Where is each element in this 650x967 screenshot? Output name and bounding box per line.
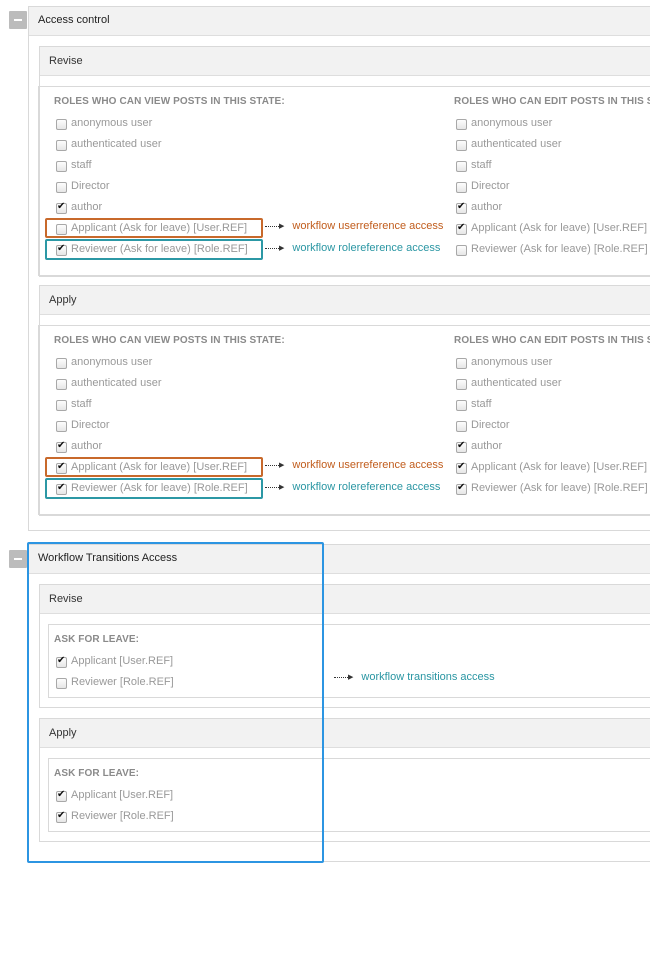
role-ref-annotation: ▶ workflow rolereference access <box>265 481 440 493</box>
state-title-apply: Apply <box>49 294 77 306</box>
user-ref-highlight <box>45 457 263 477</box>
user-ref-highlight <box>45 218 263 238</box>
transitions-access-annotation: ▶ workflow transitions access <box>334 671 495 683</box>
user-ref-annotation: ▶ workflow userreference access <box>265 220 443 232</box>
collapse-transitions-access-button[interactable] <box>9 550 27 568</box>
state-header-revise[interactable]: Revise <box>40 47 650 76</box>
state-header-apply[interactable]: Apply <box>40 286 650 315</box>
user-ref-annotation: ▶ workflow userreference access <box>265 459 443 471</box>
role-ref-highlight <box>45 239 263 260</box>
role-ref-annotation: ▶ workflow rolereference access <box>265 242 440 254</box>
access-control-header[interactable]: Access control <box>29 7 650 36</box>
transitions-highlight <box>27 542 324 863</box>
access-control-title: Access control <box>38 14 110 26</box>
role-ref-highlight <box>45 478 263 499</box>
collapse-access-control-button[interactable] <box>9 11 27 29</box>
state-title-revise: Revise <box>49 55 83 67</box>
